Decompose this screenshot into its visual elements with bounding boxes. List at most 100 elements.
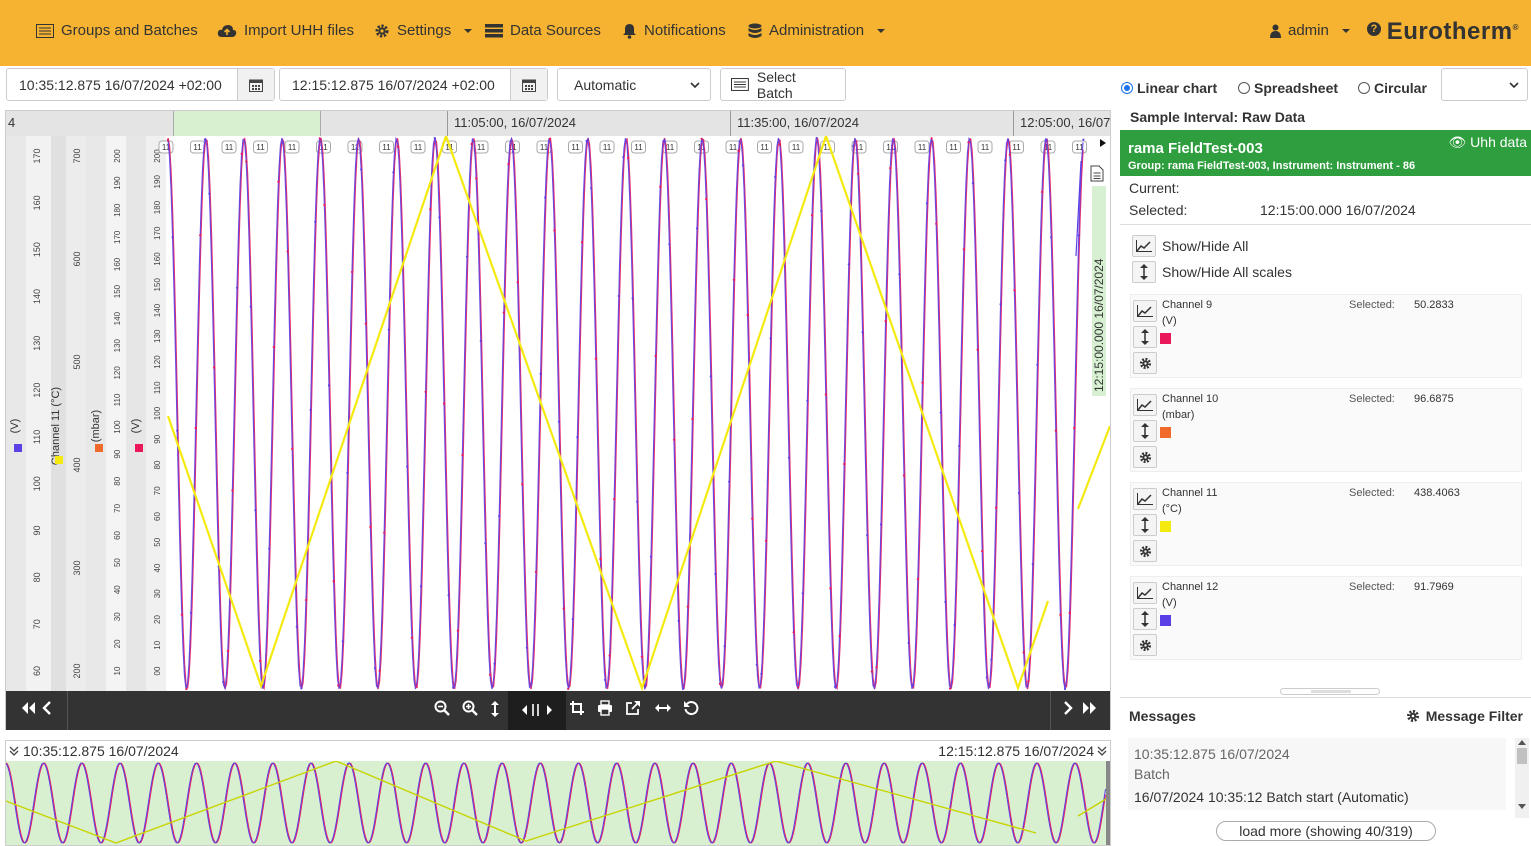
select-batch-button[interactable]: Select Batch — [720, 68, 846, 101]
crop-button[interactable] — [569, 700, 585, 721]
channel-color-swatch — [1160, 333, 1171, 344]
gear-icon[interactable] — [1133, 634, 1157, 656]
marker-label: 11 — [414, 143, 423, 152]
axis-tick-label: 60 — [32, 666, 42, 676]
series-sample-point — [824, 393, 827, 396]
show-hide-scales-button[interactable]: Show/Hide All scales — [1132, 261, 1292, 283]
scale-toggle-icon[interactable] — [1133, 326, 1157, 348]
series-sample-point — [387, 328, 390, 331]
series-sample-point — [424, 390, 427, 393]
calendar-icon[interactable] — [237, 69, 274, 100]
nav-settings[interactable]: Settings — [374, 22, 473, 39]
end-time-field[interactable]: 12:15:12.875 16/07/2024 +02:00 — [279, 68, 548, 101]
selection-range-highlight[interactable] — [173, 111, 321, 136]
start-time-field[interactable]: 10:35:12.875 16/07/2024 +02:00 — [6, 68, 275, 101]
channel-selected-value: 50.2833 — [1414, 299, 1454, 311]
series-sample-point — [525, 646, 528, 649]
view-options-select[interactable] — [1441, 68, 1528, 101]
trend-icon[interactable] — [1133, 488, 1157, 510]
nav-groups-and-batches[interactable]: Groups and Batches — [36, 22, 198, 39]
scroll-last-button[interactable] — [1082, 700, 1098, 721]
vertical-zoom-button[interactable] — [490, 700, 500, 723]
marker-label: 11 — [729, 143, 738, 152]
marker-label: 11 — [949, 143, 958, 152]
document-icon[interactable] — [1090, 165, 1104, 182]
gear-icon[interactable] — [1133, 446, 1157, 468]
series-sample-point — [1068, 611, 1071, 614]
user-menu[interactable]: admin — [1270, 22, 1350, 39]
nav-data-sources[interactable]: Data Sources — [485, 22, 601, 39]
series-sample-point — [852, 144, 855, 148]
messages-title: Messages — [1129, 708, 1196, 724]
view-linear-radio[interactable]: Linear chart — [1121, 80, 1217, 96]
play-icon[interactable] — [1100, 139, 1106, 147]
axis-tick-label: 110 — [32, 430, 42, 444]
scroll-next-button[interactable] — [1063, 700, 1073, 721]
scale-toggle-icon[interactable] — [1133, 514, 1157, 536]
show-hide-all-button[interactable]: Show/Hide All — [1132, 235, 1248, 257]
pan-toggle-button[interactable] — [508, 691, 566, 730]
series-sample-point — [668, 243, 671, 246]
trend-icon[interactable] — [1133, 300, 1157, 322]
collapse-icon[interactable] — [1097, 746, 1107, 756]
series-sample-point — [295, 625, 298, 628]
chart-plot-area[interactable]: 170 160 150 140 130 120 110 100 90 80 70 60 700 600 50… — [6, 136, 1110, 691]
message-time: 10:35:12.875 16/07/2024 — [1134, 746, 1290, 762]
series-sample-point — [898, 273, 901, 276]
mode-select[interactable]: Automatic — [557, 68, 711, 101]
chevron-down-icon — [464, 28, 473, 33]
time-navigator[interactable]: 10:35:12.875 16/07/2024 12:15:12.875 16/… — [5, 740, 1111, 846]
export-button[interactable] — [625, 700, 641, 721]
series-sample-point — [245, 160, 248, 163]
series-sample-point — [240, 152, 243, 155]
scroll-prev-button[interactable] — [42, 700, 52, 721]
select-batch-label: Select Batch — [756, 68, 796, 101]
trend-icon[interactable] — [1133, 394, 1157, 416]
calendar-icon[interactable] — [510, 69, 547, 100]
gear-icon[interactable] — [1133, 352, 1157, 374]
axis-color-swatch — [14, 444, 22, 452]
radio-unchecked-icon — [1358, 82, 1370, 94]
series-sample-point — [1050, 236, 1053, 239]
nav-notifications[interactable]: Notifications — [622, 22, 726, 39]
message-filter-button[interactable]: Message Filter — [1406, 708, 1523, 724]
nav-import-uhh[interactable]: Import UHH files — [217, 22, 354, 39]
help-button[interactable]: ? — [1367, 22, 1381, 36]
scroll-first-button[interactable] — [20, 700, 36, 721]
axis-tick-label: 90 — [32, 526, 42, 536]
load-more-button[interactable]: load more (showing 40/319) — [1216, 821, 1436, 841]
scale-toggle-icon[interactable] — [1133, 608, 1157, 630]
logo-text: Eurotherm — [1386, 18, 1513, 45]
series-sample-point — [392, 171, 395, 174]
series-sample-point — [705, 198, 708, 201]
axis-tick-label: 150 — [113, 284, 122, 298]
message-item[interactable]: 10:35:12.875 16/07/2024 Batch 16/07/2024… — [1128, 738, 1506, 810]
marker-label: 11 — [760, 143, 769, 152]
reset-button[interactable] — [683, 700, 699, 721]
series-sample-point — [994, 506, 998, 509]
fit-width-button[interactable] — [654, 700, 672, 718]
axis-tick-label: 20 — [153, 615, 162, 624]
uhh-data-toggle[interactable]: 👁 Uhh data — [1449, 134, 1528, 151]
gear-icon[interactable] — [1133, 540, 1157, 562]
external-link-icon — [626, 701, 640, 715]
trend-icon[interactable] — [1133, 582, 1157, 604]
panel-resize-handle[interactable] — [1280, 688, 1380, 695]
series-sample-point — [810, 214, 814, 217]
double-chevron-right-icon — [1083, 702, 1096, 714]
time-tick: 12:05:00, 16/07 — [1020, 115, 1111, 130]
series-sample-point — [185, 687, 188, 691]
collapse-icon[interactable] — [9, 746, 19, 756]
axis-strip — [26, 136, 51, 691]
zoom-out-button[interactable] — [434, 700, 450, 721]
series-sample-point — [594, 357, 597, 360]
scale-toggle-icon[interactable] — [1133, 420, 1157, 442]
messages-scrollbar[interactable] — [1515, 738, 1529, 818]
view-circular-radio[interactable]: Circular — [1358, 80, 1427, 96]
series-sample-point — [1022, 651, 1025, 654]
zoom-in-button[interactable] — [462, 700, 478, 721]
print-button[interactable] — [597, 700, 613, 721]
axis-tick-label: 200 — [113, 149, 122, 163]
view-spreadsheet-radio[interactable]: Spreadsheet — [1238, 80, 1338, 96]
nav-administration[interactable]: Administration — [748, 22, 886, 39]
